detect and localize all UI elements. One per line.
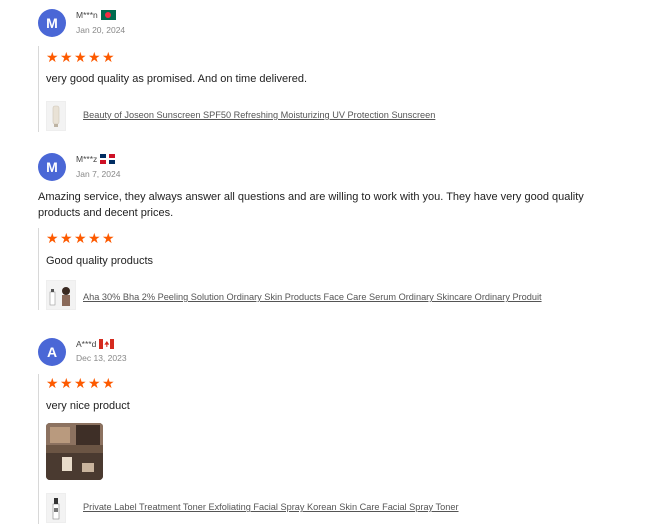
star-rating: ★★★★★ (46, 376, 116, 390)
star-icon: ★ (74, 49, 87, 65)
star-icon: ★ (88, 49, 101, 65)
star-icon: ★ (88, 230, 101, 246)
review-date: Jan 7, 2024 (76, 169, 121, 179)
star-icon: ★ (46, 49, 59, 65)
review-date: Jan 20, 2024 (76, 25, 126, 35)
star-icon: ★ (102, 230, 115, 246)
review-comment: very nice product (46, 400, 130, 412)
spray-bottle-icon (52, 498, 60, 520)
star-icon: ★ (102, 375, 115, 391)
reviewer-username: M***n (76, 10, 98, 20)
review-photo[interactable] (46, 423, 103, 480)
star-icon: ★ (46, 375, 59, 391)
star-icon: ★ (60, 375, 73, 391)
product-link[interactable]: Aha 30% Bha 2% Peeling Solution Ordinary… (83, 292, 542, 302)
star-icon: ★ (60, 49, 73, 65)
star-icon: ★ (74, 375, 87, 391)
review-comment: Good quality products (46, 255, 154, 267)
serum-bottle-icon (49, 287, 70, 306)
star-icon: ★ (60, 230, 73, 246)
divider (38, 228, 39, 310)
sunscreen-tube-icon (52, 105, 60, 127)
product-link[interactable]: Private Label Treatment Toner Exfoliatin… (83, 502, 459, 512)
product-thumbnail[interactable] (46, 493, 66, 523)
review-feedback-text: Amazing service, they always answer all … (38, 191, 584, 219)
review-date: Dec 13, 2023 (76, 353, 127, 363)
reviewer-name: A***d (76, 339, 115, 349)
bangladesh-flag-icon (100, 10, 116, 20)
star-icon: ★ (102, 49, 115, 65)
divider (38, 46, 39, 132)
star-rating: ★★★★★ (46, 50, 116, 64)
product-link[interactable]: Beauty of Joseon Sunscreen SPF50 Refresh… (83, 110, 435, 120)
canada-flag-icon (99, 339, 115, 349)
divider (38, 374, 39, 524)
review-comment: very good quality as promised. And on ti… (46, 73, 308, 85)
user-avatar: M (38, 9, 66, 37)
star-icon: ★ (88, 375, 101, 391)
star-rating: ★★★★★ (46, 231, 116, 245)
product-thumbnail[interactable] (46, 280, 76, 310)
star-icon: ★ (74, 230, 87, 246)
reviewer-username: M***z (76, 154, 98, 164)
user-avatar: A (38, 338, 66, 366)
product-photo-image (46, 423, 103, 480)
star-icon: ★ (46, 230, 59, 246)
reviewer-name: M***n (76, 10, 116, 20)
dominican-republic-flag-icon (100, 154, 116, 164)
reviewer-username: A***d (76, 339, 97, 349)
product-thumbnail[interactable] (46, 101, 66, 131)
reviewer-name: M***z (76, 154, 116, 164)
user-avatar: M (38, 153, 66, 181)
